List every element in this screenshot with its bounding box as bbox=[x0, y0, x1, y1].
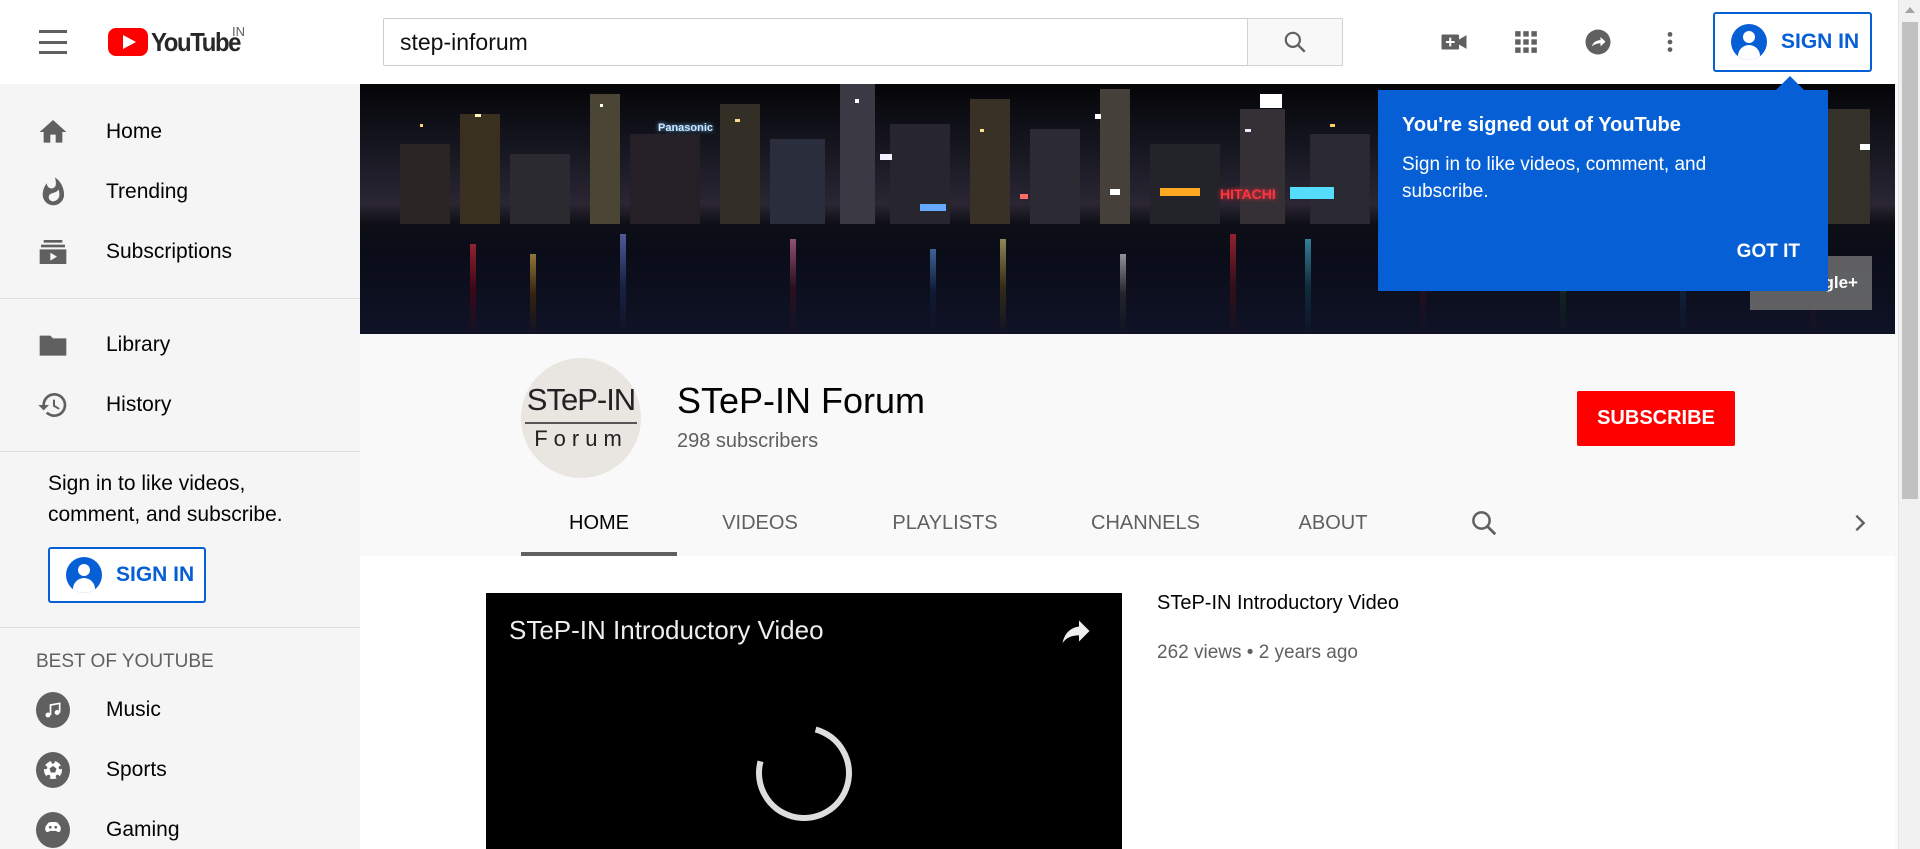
apps-grid-icon bbox=[1515, 31, 1537, 53]
sidebar-divider bbox=[0, 627, 360, 628]
apps-button[interactable] bbox=[1506, 22, 1546, 62]
music-icon bbox=[36, 692, 70, 728]
subscribe-button[interactable]: SUBSCRIBE bbox=[1577, 391, 1735, 446]
sidebar-divider bbox=[0, 451, 360, 452]
channel-avatar[interactable]: STeP-IN Forum bbox=[521, 358, 641, 478]
chevron-right-icon bbox=[1855, 514, 1866, 532]
channel-title: STeP-IN Forum bbox=[677, 380, 926, 421]
folder-icon bbox=[36, 328, 70, 362]
banner-sign: Panasonic bbox=[658, 122, 714, 134]
sidebar-signin-button[interactable]: SIGN IN bbox=[48, 547, 206, 603]
tabs-scroll-right-button[interactable] bbox=[1840, 490, 1880, 556]
account-icon bbox=[1731, 24, 1767, 60]
history-icon bbox=[36, 388, 70, 422]
got-it-button[interactable]: GOT IT bbox=[1737, 241, 1800, 263]
subscriber-count: 298 subscribers bbox=[677, 430, 819, 452]
create-video-button[interactable] bbox=[1434, 22, 1474, 62]
sidebar-item-history[interactable]: History bbox=[0, 375, 360, 435]
tooltip-body: Sign in to like videos, comment, and sub… bbox=[1402, 154, 1707, 202]
gaming-icon bbox=[36, 812, 70, 848]
tab-playlists[interactable]: PLAYLISTS bbox=[843, 490, 1047, 556]
page-scrollbar[interactable] bbox=[1898, 0, 1920, 849]
sidebar-item-label: Music bbox=[106, 698, 161, 721]
youtube-play-icon bbox=[108, 28, 148, 56]
sidebar-item-sports[interactable]: Sports bbox=[0, 740, 360, 800]
featured-video-player[interactable]: STeP-IN Introductory Video bbox=[486, 593, 1122, 849]
sidebar-item-label: Home bbox=[106, 120, 163, 143]
sidebar-item-label: Library bbox=[106, 333, 171, 356]
tab-videos[interactable]: VIDEOS bbox=[677, 490, 843, 556]
hamburger-menu-icon[interactable] bbox=[36, 28, 70, 56]
featured-video-title[interactable]: STeP-IN Introductory Video bbox=[1157, 592, 1399, 615]
channel-avatar-logo-text: STeP-IN bbox=[526, 382, 636, 417]
tab-home[interactable]: HOME bbox=[521, 490, 677, 556]
sidebar-divider bbox=[0, 298, 360, 299]
video-camera-icon bbox=[1441, 34, 1467, 50]
signed-out-tooltip: You're signed out of YouTube Sign in to … bbox=[1378, 76, 1828, 291]
channel-tabs: HOME VIDEOS PLAYLISTS CHANNELS ABOUT bbox=[521, 490, 1422, 556]
signin-label: SIGN IN bbox=[1781, 30, 1860, 53]
signin-button-top[interactable]: SIGN IN bbox=[1713, 12, 1872, 72]
channel-search-button[interactable] bbox=[1464, 490, 1504, 556]
flame-icon bbox=[36, 175, 70, 209]
tooltip-title: You're signed out of YouTube bbox=[1402, 114, 1681, 136]
sidebar: Home Trending Subscriptions Library Hist… bbox=[0, 84, 360, 849]
scroll-up-arrow-icon[interactable] bbox=[1905, 7, 1915, 13]
music-icon-wrap bbox=[36, 692, 70, 728]
subscriptions-icon bbox=[36, 235, 70, 269]
account-icon bbox=[66, 557, 102, 593]
home-icon bbox=[36, 115, 70, 149]
best-of-youtube-heading: BEST OF YOUTUBE bbox=[36, 651, 214, 672]
scrollbar-thumb[interactable] bbox=[1902, 22, 1918, 499]
sidebar-item-label: Trending bbox=[106, 180, 189, 203]
sidebar-item-label: Subscriptions bbox=[106, 240, 233, 263]
sidebar-item-label: Gaming bbox=[106, 818, 180, 841]
gaming-icon-wrap bbox=[36, 812, 70, 848]
country-code: IN bbox=[232, 24, 245, 39]
sidebar-item-library[interactable]: Library bbox=[0, 315, 360, 375]
banner-sign: HITACHI bbox=[1220, 186, 1276, 202]
tab-channels[interactable]: CHANNELS bbox=[1047, 490, 1244, 556]
search-icon bbox=[1472, 511, 1497, 536]
loading-spinner-icon bbox=[738, 707, 870, 839]
sidebar-item-label: Sports bbox=[106, 758, 167, 781]
search-input[interactable] bbox=[384, 19, 1247, 65]
masthead: YouTube IN SIGN IN bbox=[0, 0, 1898, 84]
featured-video-meta: 262 views • 2 years ago bbox=[1157, 642, 1358, 663]
channel-home-content: STeP-IN Introductory Video STeP-IN Intro… bbox=[360, 556, 1895, 849]
sports-icon bbox=[36, 752, 70, 788]
sports-icon-wrap bbox=[36, 752, 70, 788]
tab-about[interactable]: ABOUT bbox=[1244, 490, 1422, 556]
player-video-title[interactable]: STeP-IN Introductory Video bbox=[509, 615, 824, 646]
channel-avatar-logo-subtext: Forum bbox=[534, 426, 628, 451]
search-button[interactable] bbox=[1247, 18, 1343, 66]
signin-label: SIGN IN bbox=[116, 563, 195, 586]
sidebar-item-home[interactable]: Home bbox=[0, 102, 360, 162]
sidebar-item-subscriptions[interactable]: Subscriptions bbox=[0, 222, 360, 282]
sidebar-item-gaming[interactable]: Gaming bbox=[0, 800, 360, 849]
sidebar-item-label: History bbox=[106, 393, 172, 416]
search-icon bbox=[1284, 31, 1306, 53]
more-vert-icon bbox=[1667, 32, 1673, 52]
channel-header: STeP-IN Forum STeP-IN Forum 298 subscrib… bbox=[360, 334, 1895, 556]
youtube-channel-page: YouTube IN SIGN IN bbox=[0, 0, 1920, 849]
logo-text: YouTube bbox=[151, 26, 241, 57]
sidebar-item-trending[interactable]: Trending bbox=[0, 162, 360, 222]
search-box bbox=[383, 18, 1247, 66]
settings-more-button[interactable] bbox=[1650, 22, 1690, 62]
share-icon[interactable] bbox=[1058, 613, 1094, 654]
sidebar-item-music[interactable]: Music bbox=[0, 680, 360, 740]
chat-share-icon bbox=[1585, 29, 1611, 55]
youtube-logo[interactable]: YouTube IN bbox=[108, 24, 248, 58]
messages-button[interactable] bbox=[1578, 22, 1618, 62]
sidebar-signin-prompt: Sign in to like videos, comment, and sub… bbox=[48, 472, 283, 526]
